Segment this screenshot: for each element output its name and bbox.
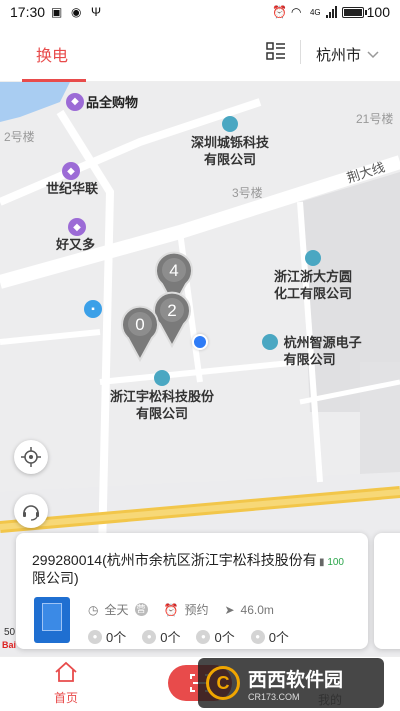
count-value: 0个: [214, 630, 235, 645]
signal-bars-icon: ▮: [319, 557, 325, 568]
poi-shiji-label: 世纪华联: [46, 181, 99, 196]
battery-fill: [343, 8, 362, 16]
clock-icon: ◷: [88, 602, 99, 617]
watermark-logo: C 西西软件园 CR173.COM: [198, 658, 384, 708]
navigate-arrow-icon: ➤: [224, 602, 235, 617]
usb-icon: Ψ: [91, 5, 102, 19]
map-scale: 50: [4, 627, 16, 638]
station-card[interactable]: 299280014(杭州市余杭区浙江宇松科技股份有限公司) ▮ 100 ◷ 全天…: [16, 533, 368, 649]
reserve-label[interactable]: 预约: [184, 601, 208, 618]
battery-type-icon: ●: [142, 629, 157, 644]
watermark-brand: 西西软件园: [248, 668, 344, 691]
status-right: ⏰ ◠ 4G 100: [272, 4, 390, 20]
poi-shenzhen-text: 深圳城铄科技 有限公司: [190, 135, 269, 167]
signal-icon: [325, 6, 337, 18]
poi-shiji[interactable]: ◆: [62, 162, 80, 180]
customer-service-button[interactable]: [14, 494, 48, 528]
watermark-emblem: C: [206, 666, 240, 700]
poi-yusong-text: 浙江宇松科技股份 有限公司: [109, 389, 214, 421]
cabinet-image: [34, 597, 70, 643]
poi-zhiyuan-label[interactable]: 杭州智源电子 有限公司: [262, 334, 366, 368]
company-icon: [222, 116, 238, 132]
poi-haoyouduo-label: 好又多: [56, 237, 96, 252]
battery-percent: 100: [366, 4, 390, 20]
next-station-card[interactable]: [374, 533, 400, 649]
building-2: 2号楼: [4, 130, 35, 144]
wifi-icon: ◠: [290, 5, 302, 19]
shopping-icon: ◆: [62, 162, 80, 180]
app-header: 换电 杭州市: [0, 24, 400, 82]
shopping-icon: ◆: [68, 218, 86, 236]
count-item: ● 0个: [142, 627, 180, 646]
battery-indicator: 100: [341, 4, 390, 20]
crosshair-icon: [21, 447, 41, 467]
battery-badge: ▮ 100: [319, 557, 344, 568]
poi-pinquan[interactable]: ◆ 品全购物: [66, 92, 138, 111]
nav-home-label: 首页: [53, 691, 78, 705]
pin-count-left: 0: [135, 315, 144, 334]
status-bar: 17:30 ▣ ◉ Ψ ⏰ ◠ 4G 100: [0, 0, 400, 24]
tab-swap-battery[interactable]: 换电: [36, 42, 68, 66]
header-divider: [300, 40, 301, 64]
status-time: 17:30: [10, 4, 46, 20]
chevron-down-icon: [367, 50, 379, 58]
building-3: 3号楼: [232, 186, 263, 200]
map-provider-logo: Bai: [2, 640, 17, 650]
count-value: 0个: [268, 630, 289, 645]
poi-pinquan-label: 品全购物: [86, 95, 139, 110]
count-value: 0个: [160, 630, 181, 645]
battery-counts: ● 0个 ● 0个 ● 0个 ● 0个: [88, 627, 289, 646]
alarm-icon: ⏰: [271, 5, 287, 19]
bus-icon: ▪: [84, 300, 102, 318]
company-icon: [262, 334, 278, 350]
android-icon: ◉: [71, 5, 82, 19]
station-pin[interactable]: 0: [120, 304, 160, 362]
company-icon: [305, 250, 321, 266]
headset-icon: [23, 505, 39, 521]
station-meta: ◷ 全天 营 ⏰ 预约 ➤ 46.0m: [88, 601, 274, 618]
picture-icon: ▣: [51, 5, 63, 19]
poi-zhiyuan-text: 杭州智源电子 有限公司: [283, 335, 362, 367]
business-badge-icon: 营: [134, 603, 148, 616]
pin-count-top: 4: [169, 261, 178, 280]
bus-stop-icon[interactable]: ▪: [84, 300, 102, 318]
battery-badge-value: 100: [327, 557, 344, 568]
count-item: ● 0个: [88, 627, 126, 646]
pin-count-mid: 2: [167, 301, 176, 320]
distance-label: 46.0m: [240, 602, 274, 617]
count-value: 0个: [106, 630, 127, 645]
battery-type-icon: ●: [250, 629, 265, 644]
shopping-icon: ◆: [66, 92, 84, 111]
network-label: 4G: [309, 7, 321, 17]
watermark-site: CR173.COM: [248, 691, 300, 702]
battery-icon: [341, 6, 367, 18]
status-left: 17:30 ▣ ◉ Ψ: [10, 4, 105, 20]
building-21: 21号楼: [356, 112, 394, 126]
battery-type-icon: ●: [88, 629, 102, 644]
hours-label: 全天: [104, 603, 129, 617]
my-location-dot: [192, 334, 208, 350]
nav-home[interactable]: 首页: [46, 661, 86, 706]
poi-haoyouduo[interactable]: ◆: [68, 218, 86, 236]
alarm-clock-icon: ⏰: [163, 602, 179, 617]
poi-shenzhen-label[interactable]: 深圳城铄科技 有限公司: [178, 116, 282, 168]
poi-zheda-label[interactable]: 浙江浙大方圆 化工有限公司: [268, 250, 358, 302]
city-label: 杭州市: [316, 47, 362, 64]
poi-yusong-label[interactable]: 浙江宇松科技股份 有限公司: [104, 370, 220, 422]
count-item: ● 0个: [196, 627, 235, 646]
locate-button[interactable]: [14, 440, 48, 474]
city-selector[interactable]: 杭州市: [316, 44, 379, 65]
battery-type-icon: ●: [196, 629, 211, 644]
company-icon: [154, 370, 170, 386]
station-title: 299280014(杭州市余杭区浙江宇松科技股份有限公司): [32, 552, 317, 586]
home-icon: [55, 661, 77, 682]
list-view-icon[interactable]: [266, 42, 286, 60]
count-item: ● 0个: [250, 627, 289, 646]
poi-zheda-text: 浙江浙大方圆 化工有限公司: [273, 269, 352, 301]
